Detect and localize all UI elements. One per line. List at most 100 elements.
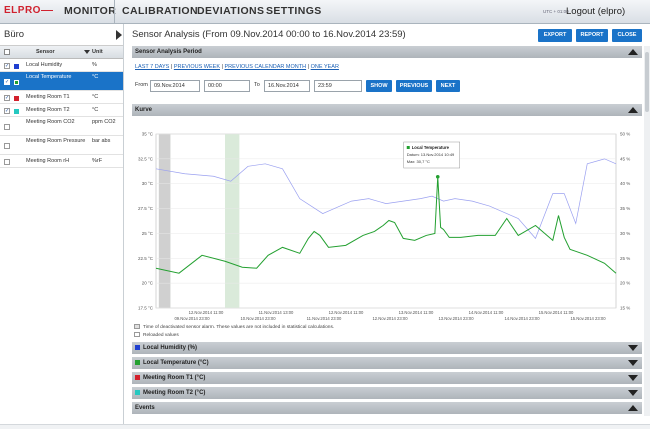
expand-down-icon[interactable] [628,375,638,381]
curve-section-header[interactable]: Kurve [132,104,642,116]
select-all-checkbox[interactable] [4,49,10,55]
to-label: To [254,82,260,88]
next-button[interactable]: NEXT [436,80,460,92]
show-button[interactable]: SHOW [366,80,392,92]
logout-link[interactable]: Logout (elpro) [566,6,625,17]
y-right-tick-label: 45 % [620,156,630,161]
previous-button[interactable]: PREVIOUS [396,80,432,92]
sensor-unit: °C [92,94,99,100]
sensor-checkbox[interactable]: ✓ [4,63,10,69]
y-left-tick-label: 17.5 °C [138,306,154,311]
top-nav: ELPRO MONITOR CALIBRATION DEVIATIONS SET… [0,0,650,24]
y-right-tick-label: 20 % [620,281,630,286]
collapse-up-icon[interactable] [628,49,638,55]
y-left-tick-label: 27.5 °C [138,206,154,211]
nav-deviations[interactable]: DEVIATIONS [197,5,264,17]
sensor-section-title: Local Humidity (%) [143,345,198,351]
scrollbar-thumb[interactable] [645,52,649,112]
sensor-checkbox[interactable] [4,143,10,149]
y-right-tick-label: 50 % [620,132,630,137]
expand-down-icon[interactable] [628,345,638,351]
close-button[interactable]: CLOSE [612,29,642,42]
nav-separator [114,0,115,24]
sensor-checkbox[interactable]: ✓ [4,79,10,85]
link-one-year[interactable]: ONE YEAR [311,64,339,70]
sensor-name: Local Humidity [26,62,63,68]
x-tick-label-top: 12.Nov.2014 11:00 [189,310,224,315]
x-tick-label-top: 11.Nov.2014 13:00 [259,310,294,315]
sort-down-icon[interactable] [84,50,90,54]
link-previous-week[interactable]: PREVIOUS WEEK [174,64,220,70]
deactivated-alarm-text: Time of deactivated sensor alarm. These … [143,325,335,330]
tooltip-swatch [406,146,410,149]
sensor-row[interactable]: Meeting Room rH %rF [0,155,123,168]
sensor-row[interactable]: Meeting Room Pressure bar abs [0,136,123,155]
reloaded-values-note: Reloaded values [134,332,179,338]
sensor-checkbox[interactable]: ✓ [4,95,10,101]
sensor-name: Local Temperature [26,74,72,80]
sensor-section-header[interactable]: Local Humidity (%) [132,342,642,354]
sensor-unit: %rF [92,158,103,164]
sensor-name: Meeting Room CO2 [26,119,75,125]
deactivated-band [225,134,240,308]
sensor-section-header[interactable]: Meeting Room T2 (°C) [132,387,642,399]
x-tick-label-bottom: 10.Nov.2014 23:00 [240,316,276,321]
from-date-input[interactable]: 09.Nov.2014 [150,80,200,92]
sensor-row[interactable]: ✓ Local Humidity% [0,59,123,72]
sensor-list: ✓ Local Humidity% ✓ Local Temperature °C ✓ Mee… [0,59,123,168]
period-section-title: Sensor Analysis Period [135,49,202,55]
curve-section-title: Kurve [135,107,153,113]
page-title: Sensor Analysis (From 09.Nov.2014 00:00 … [132,29,406,40]
x-tick-label-top: 13.Nov.2014 11:00 [399,310,434,315]
sensor-row[interactable]: ✓ Meeting Room T1 °C [0,91,123,104]
period-section-header[interactable]: Sensor Analysis Period [132,46,642,58]
sensor-checkbox[interactable] [4,159,10,165]
collapse-up-icon[interactable] [628,405,638,411]
y-left-tick-label: 32.5 °C [138,156,154,161]
nav-settings[interactable]: SETTINGS [266,5,322,17]
collapse-up-icon[interactable] [628,107,638,113]
sensor-color-swatch [14,95,19,101]
sensor-checkbox[interactable] [4,124,10,130]
export-button[interactable]: EXPORT [538,29,572,42]
x-tick-label-bottom: 09.Nov.2014 23:00 [174,316,210,321]
utc-offset: UTC + 01:00 [543,9,569,14]
sensor-section-header[interactable]: Meeting Room T1 (°C) [132,372,642,384]
to-date-input[interactable]: 16.Nov.2014 [264,80,310,92]
main-scrollbar[interactable] [644,46,650,416]
events-section-title: Events [135,405,155,411]
sensor-row[interactable]: ✓ Local Temperature °C [0,72,123,91]
y-right-tick-label: 15 % [620,306,630,311]
sensor-section-header[interactable]: Local Temperature (°C) [132,357,642,369]
sensor-row[interactable]: Meeting Room CO2 ppm CO2 [0,117,123,136]
from-label: From [135,82,148,88]
reloaded-swatch [134,332,140,337]
events-section-header[interactable]: Events [132,402,642,414]
deactivated-swatch [134,324,140,329]
sensor-color-swatch [14,108,19,114]
expand-down-icon[interactable] [628,390,638,396]
sensor-section-title: Local Temperature (°C) [143,360,209,366]
collapse-sidebar-icon[interactable] [116,30,122,40]
sensor-checkbox[interactable]: ✓ [4,108,10,114]
x-tick-label-bottom: 14.Nov.2014 23:00 [504,316,540,321]
y-right-tick-label: 35 % [620,206,630,211]
expand-down-icon[interactable] [628,360,638,366]
section-color-swatch [135,374,140,380]
x-tick-label-top: 15.Nov.2014 11:00 [539,310,574,315]
y-left-tick-label: 35 °C [142,132,154,137]
link-last-7-days[interactable]: LAST 7 DAYS [135,64,169,70]
deactivated-band [158,134,171,308]
y-right-tick-label: 40 % [620,181,630,186]
sensor-row[interactable]: ✓ Meeting Room T2 °C [0,104,123,117]
sensor-column-header[interactable]: Sensor [36,49,55,55]
x-tick-label-bottom: 12.Nov.2014 23:00 [372,316,408,321]
report-button[interactable]: REPORT [576,29,608,42]
link-previous-calendar-month[interactable]: PREVIOUS CALENDAR MONTH [225,64,307,70]
sensor-chart[interactable]: 17.5 °C 20 °C 22.5 °C 25 °C 27.5 °C 30 °C 32.5… [132,128,642,324]
x-tick-label-bottom: 15.Nov.2014 23:00 [570,316,606,321]
from-time-input[interactable]: 00:00 [204,80,250,92]
to-time-input[interactable]: 23:59 [314,80,362,92]
nav-calibration[interactable]: CALIBRATION [122,5,198,17]
nav-monitor[interactable]: MONITOR [64,5,116,17]
